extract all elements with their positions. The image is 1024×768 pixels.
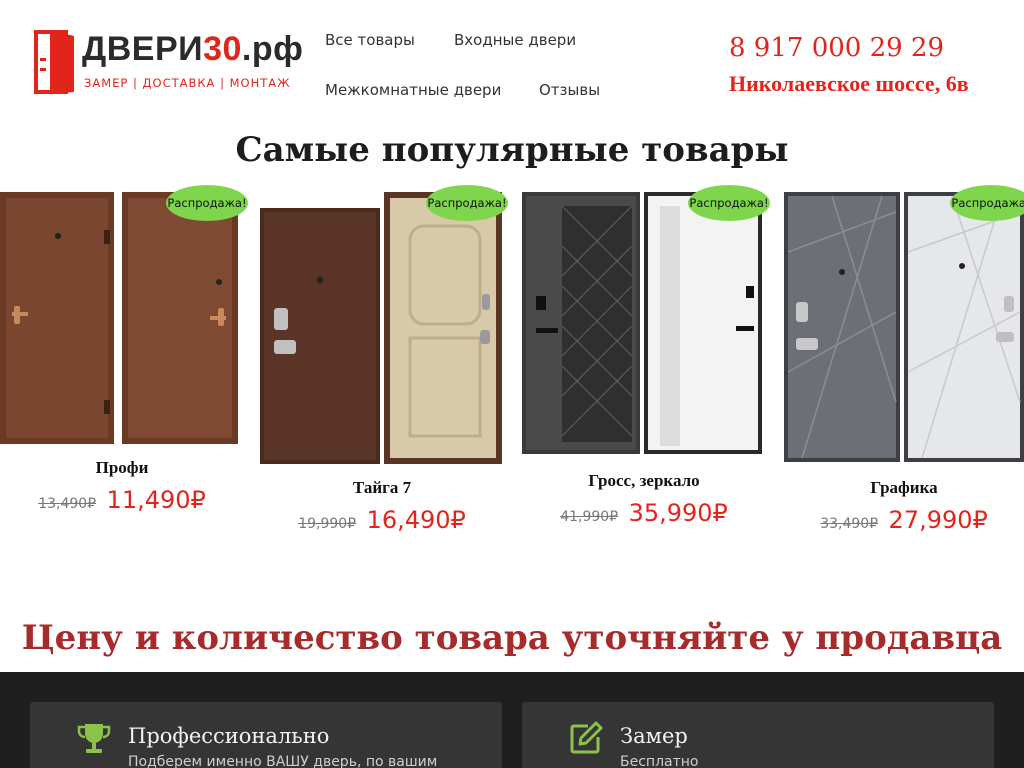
- nav-entrance-doors[interactable]: Входные двери: [454, 31, 576, 49]
- old-price: 41,990₽: [560, 509, 619, 525]
- current-price: 27,990₽: [888, 506, 988, 534]
- nav-all-products[interactable]: Все товары: [325, 31, 415, 49]
- door-image-gross: [522, 192, 762, 454]
- main-nav: Все товары Входные двери Межкомнатные дв…: [325, 0, 655, 120]
- feature-title: Замер: [620, 724, 688, 748]
- product-card-taiga[interactable]: Распродажа! Тайга 7 19,990₽ 16,490₽: [260, 185, 508, 548]
- door-logo-icon: [34, 30, 74, 94]
- feature-card-professional: Профессионально Подберем именно ВАШУ две…: [30, 702, 502, 768]
- feature-text: Бесплатно: [620, 754, 699, 768]
- sale-badge: Распродажа!: [426, 185, 508, 221]
- features-section: Профессионально Подберем именно ВАШУ две…: [0, 672, 1024, 768]
- price-row: 19,990₽ 16,490₽: [260, 506, 504, 534]
- current-price: 11,490₽: [106, 486, 206, 514]
- nav-reviews[interactable]: Отзывы: [539, 81, 600, 99]
- product-name: Тайга 7: [352, 478, 412, 497]
- sale-badge: Распродажа!: [166, 185, 248, 221]
- price-row: 33,490₽ 27,990₽: [782, 506, 1024, 534]
- nav-interior-doors[interactable]: Межкомнатные двери: [325, 81, 501, 99]
- logo-tagline: ЗАМЕР | ДОСТАВКА | МОНТАЖ: [84, 76, 291, 90]
- product-name: Профи: [95, 458, 149, 477]
- contacts: 8 917 000 29 29 Николаевское шоссе, 6в: [729, 33, 969, 97]
- price-row: 13,490₽ 11,490₽: [0, 486, 244, 514]
- phone-link[interactable]: 8 917 000 29 29: [729, 33, 969, 63]
- trophy-icon: [77, 724, 111, 753]
- product-card-profi[interactable]: Распродажа! Профи 13,490₽ 11,490₽: [0, 185, 248, 548]
- product-card-gross[interactable]: Распродажа! Гросс, зеркало 41,990₽ 35,99…: [522, 185, 770, 548]
- price-row: 41,990₽ 35,990₽: [522, 499, 766, 527]
- product-card-grafika[interactable]: Распродажа! Графика 33,490₽ 27,990₽: [782, 185, 1024, 548]
- feature-card-measure: Замер Бесплатно: [522, 702, 994, 768]
- feature-title: Профессионально: [128, 724, 330, 748]
- sale-badge: Распродажа!: [950, 185, 1024, 221]
- door-image-taiga: [260, 192, 502, 464]
- old-price: 33,490₽: [820, 516, 879, 532]
- edit-icon: [570, 721, 603, 754]
- sale-badge: Распродажа!: [688, 185, 770, 221]
- price-notice: Цену и количество товара уточняйте у про…: [21, 618, 1003, 658]
- old-price: 13,490₽: [38, 496, 97, 512]
- product-name: Гросс, зеркало: [588, 471, 700, 490]
- door-image-grafika: [784, 192, 1024, 462]
- feature-text: Подберем именно ВАШУ дверь, по вашим: [128, 754, 438, 768]
- site-header: ДВЕРИ30.рф ЗАМЕР | ДОСТАВКА | МОНТАЖ Все…: [0, 0, 1024, 120]
- old-price: 19,990₽: [298, 516, 357, 532]
- product-name: Графика: [870, 478, 938, 497]
- logo-name: ДВЕРИ30.рф: [82, 30, 304, 68]
- current-price: 35,990₽: [628, 499, 728, 527]
- current-price: 16,490₽: [366, 506, 466, 534]
- address: Николаевское шоссе, 6в: [729, 71, 969, 96]
- door-image-profi: [0, 192, 238, 444]
- popular-title: Самые популярные товары: [235, 130, 789, 170]
- site-logo[interactable]: ДВЕРИ30.рф ЗАМЕР | ДОСТАВКА | МОНТАЖ: [34, 28, 303, 98]
